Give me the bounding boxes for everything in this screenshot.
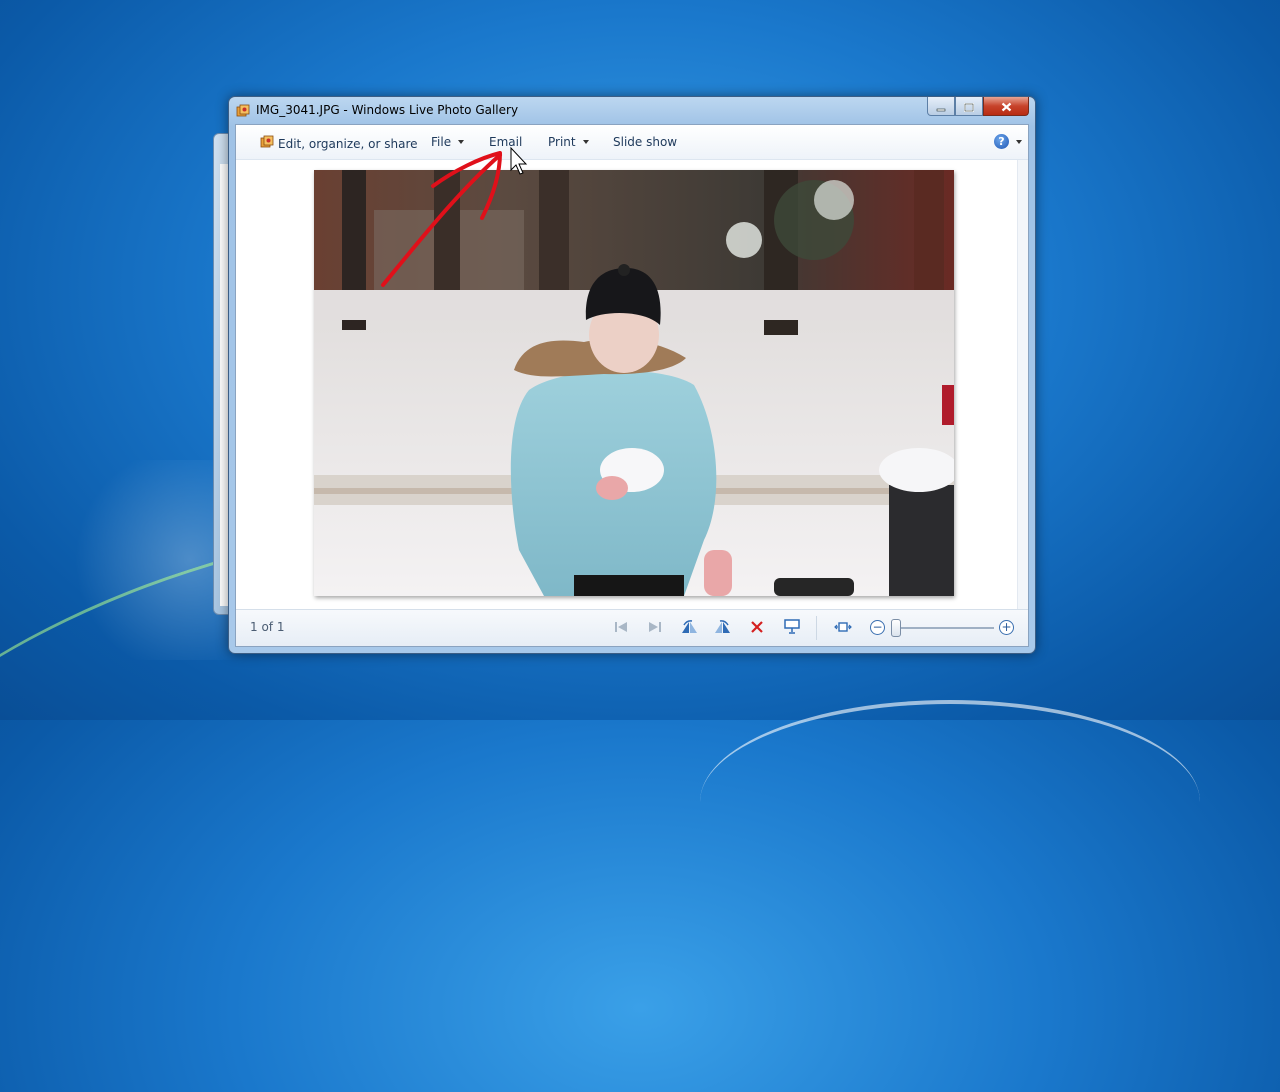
print-menu[interactable]: Print (548, 135, 589, 149)
edit-organize-share-label: Edit, organize, or share (278, 136, 418, 151)
rotate-right-button[interactable] (714, 619, 732, 638)
maximize-button[interactable] (955, 97, 983, 116)
zoom-in-icon: + (1001, 620, 1012, 634)
delete-button[interactable] (748, 620, 766, 636)
zoom-out-button[interactable]: − (870, 620, 885, 635)
next-button[interactable] (646, 620, 664, 636)
next-icon (647, 620, 663, 637)
delete-icon (750, 620, 764, 637)
previous-icon (613, 620, 629, 637)
email-button[interactable]: Email (489, 135, 522, 149)
actual-size-icon (834, 620, 852, 637)
zoom-out-icon: − (872, 620, 883, 634)
zoom-slider-track[interactable] (896, 627, 994, 629)
maximize-icon (964, 97, 974, 116)
file-menu-label: File (431, 135, 452, 149)
close-icon (1001, 97, 1012, 116)
minimize-icon (936, 97, 946, 116)
print-menu-label: Print (548, 135, 576, 149)
vertical-scrollbar[interactable] (1017, 160, 1028, 610)
chevron-down-icon (582, 140, 589, 144)
toolbar: Edit, organize, or share File Email Prin… (236, 125, 1028, 160)
previous-button[interactable] (612, 620, 630, 636)
slideshow-icon (784, 619, 800, 637)
file-menu[interactable]: File (431, 135, 465, 149)
help-button[interactable]: ? (994, 134, 1022, 149)
slideshow-start-button[interactable] (783, 619, 801, 637)
photo-illustration (314, 170, 954, 596)
status-bar: 1 of 1 − + (236, 609, 1028, 646)
caption-buttons (927, 97, 1029, 116)
minimize-button[interactable] (927, 97, 955, 116)
separator (816, 616, 817, 640)
edit-organize-share-button[interactable]: Edit, organize, or share (260, 135, 418, 152)
zoom-slider-thumb[interactable] (891, 619, 901, 637)
slideshow-label: Slide show (613, 135, 678, 149)
chevron-down-icon (1016, 139, 1022, 144)
slideshow-button[interactable]: Slide show (613, 135, 677, 149)
rotate-right-icon (714, 619, 732, 638)
help-icon: ? (994, 134, 1009, 149)
window-title: IMG_3041.JPG - Windows Live Photo Galler… (256, 103, 519, 117)
chevron-down-icon (458, 140, 465, 144)
photo-gallery-icon (260, 135, 274, 152)
page-count: 1 of 1 (250, 620, 285, 634)
window-client: Edit, organize, or share File Email Prin… (235, 124, 1029, 647)
email-label: Email (489, 135, 523, 149)
photo-gallery-icon (236, 103, 250, 117)
photo-image[interactable] (314, 170, 954, 596)
photo-viewer (236, 160, 1018, 610)
rotate-left-button[interactable] (680, 619, 698, 638)
actual-size-button[interactable] (834, 620, 852, 636)
close-button[interactable] (983, 97, 1029, 116)
zoom-in-button[interactable]: + (999, 620, 1014, 635)
desktop-swoosh (700, 700, 1200, 904)
photo-gallery-window: IMG_3041.JPG - Windows Live Photo Galler… (228, 96, 1036, 654)
title-bar[interactable]: IMG_3041.JPG - Windows Live Photo Galler… (229, 97, 1035, 123)
rotate-left-icon (680, 619, 698, 638)
